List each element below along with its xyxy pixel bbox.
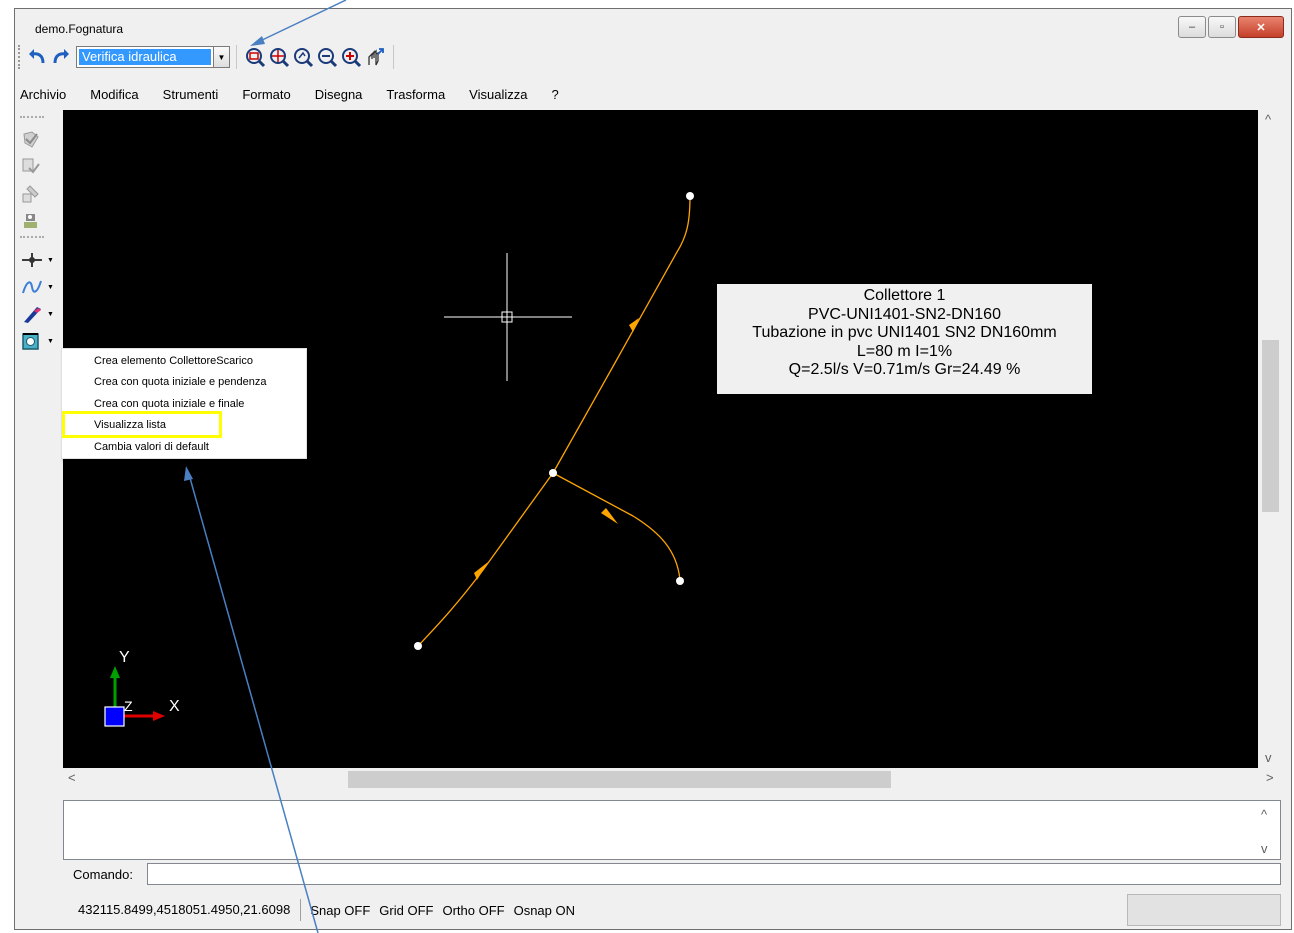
edit-properties-icon[interactable]	[18, 155, 58, 179]
minimize-button[interactable]: –	[1178, 16, 1206, 38]
info-line: PVC-UNI1401-SN2-DN160	[808, 305, 1001, 323]
pipe-collettore-3[interactable]	[417, 472, 554, 647]
axis-x-label: X	[169, 698, 180, 715]
vertical-scrollbar[interactable]: ^ v	[1260, 110, 1281, 768]
toolbar-separator	[236, 45, 237, 69]
chevron-left-icon[interactable]: <	[68, 770, 76, 785]
osnap-toggle[interactable]: Osnap ON	[514, 903, 575, 918]
menu-visualizza[interactable]: Visualizza	[469, 87, 527, 102]
info-line: Collettore 1	[863, 287, 946, 304]
zoom-out-icon[interactable]	[315, 45, 339, 69]
status-panel	[1127, 894, 1281, 926]
toolbar-separator	[393, 45, 394, 69]
chevron-up-icon[interactable]: ^	[1261, 807, 1267, 822]
chevron-down-icon[interactable]: ▼	[47, 257, 54, 264]
undo-icon[interactable]	[25, 45, 49, 69]
command-input[interactable]	[147, 863, 1281, 885]
ctx-item-valori-default[interactable]: Cambia valori di default	[94, 441, 209, 453]
ctx-item-crea-elemento[interactable]: Crea elemento CollettoreScarico	[94, 355, 253, 367]
horizontal-scrollbar[interactable]: < >	[63, 768, 1281, 790]
window-controls: – ▫ ✕	[1176, 16, 1284, 38]
redo-icon[interactable]	[49, 45, 73, 69]
context-menu: Crea elemento CollettoreScarico Crea con…	[61, 348, 307, 459]
chevron-down-icon[interactable]: v	[1265, 750, 1272, 765]
pipe-collettore-2[interactable]	[552, 472, 681, 581]
chevron-down-icon[interactable]: ▼	[47, 338, 54, 345]
zoom-window-icon[interactable]	[243, 45, 267, 69]
highlight-box	[62, 411, 222, 438]
coordinates-readout: 432115.8499,4518051.4950,21.6098	[63, 899, 302, 921]
chevron-down-icon[interactable]: v	[1261, 841, 1268, 856]
node[interactable]	[414, 642, 422, 650]
crosshair-cursor	[444, 253, 572, 381]
info-line: L=80 m I=1%	[856, 342, 953, 360]
pipe-tool-icon[interactable]: ▼	[18, 302, 58, 326]
close-button[interactable]: ✕	[1238, 16, 1284, 38]
menu-help[interactable]: ?	[551, 87, 558, 102]
menu-bar: Archivio Modifica Strumenti Formato Dise…	[20, 82, 583, 106]
horizontal-scroll-thumb[interactable]	[348, 771, 891, 788]
grid-toggle[interactable]: Grid OFF	[379, 903, 433, 918]
toolbar-grip[interactable]	[18, 45, 21, 69]
node[interactable]	[676, 577, 684, 585]
info-line: Q=2.5l/s V=0.71m/s Gr=24.49 %	[788, 361, 1021, 378]
command-label: Comando:	[73, 867, 133, 882]
manhole-tool-icon[interactable]: ▼	[18, 329, 58, 353]
tools-icon[interactable]	[18, 182, 58, 206]
menu-disegna[interactable]: Disegna	[315, 87, 363, 102]
menu-formato[interactable]: Formato	[242, 87, 290, 102]
chevron-up-icon[interactable]: ^	[1265, 112, 1271, 127]
title-bar: demo.Fognatura – ▫ ✕	[15, 9, 1291, 46]
mode-select-value: Verifica idraulica	[79, 49, 211, 65]
axis-z-label: Z	[124, 698, 133, 714]
component-icon[interactable]	[18, 209, 58, 233]
menu-strumenti[interactable]: Strumenti	[163, 87, 219, 102]
node-tool-icon[interactable]: ▼	[18, 248, 58, 272]
ctx-item-quota-pendenza[interactable]: Crea con quota iniziale e pendenza	[94, 376, 266, 388]
chevron-down-icon[interactable]: ▼	[47, 284, 54, 291]
chevron-down-icon[interactable]: ▼	[214, 46, 230, 68]
zoom-previous-icon[interactable]	[291, 45, 315, 69]
snap-toggle[interactable]: Snap OFF	[310, 903, 370, 918]
status-bar: 432115.8499,4518051.4950,21.6098 Snap OF…	[63, 892, 1281, 928]
axis-y-label: Y	[119, 649, 130, 666]
pipe-collettore-1[interactable]	[552, 195, 691, 474]
chevron-down-icon[interactable]: ▼	[47, 311, 54, 318]
menu-archivio[interactable]: Archivio	[20, 87, 66, 102]
info-line: Tubazione in pvc UNI1401 SN2 DN160mm	[752, 324, 1057, 341]
menu-modifica[interactable]: Modifica	[90, 87, 138, 102]
ortho-toggle[interactable]: Ortho OFF	[442, 903, 504, 918]
node[interactable]	[549, 469, 557, 477]
toolbar-grip[interactable]	[20, 236, 44, 244]
chevron-right-icon[interactable]: >	[1266, 770, 1274, 785]
toolbar-grip[interactable]	[20, 116, 44, 124]
pan-icon[interactable]	[363, 45, 387, 69]
toolbar: Verifica idraulica ▼	[18, 42, 400, 72]
maximize-button[interactable]: ▫	[1208, 16, 1236, 38]
curve-tool-icon[interactable]: ▼	[18, 275, 58, 299]
left-toolbar: ▼ ▼ ▼ ▼	[18, 113, 60, 356]
zoom-extents-icon[interactable]	[267, 45, 291, 69]
window-title: demo.Fognatura	[35, 22, 124, 36]
ctx-item-quota-finale[interactable]: Crea con quota iniziale e finale	[94, 398, 244, 410]
menu-trasforma[interactable]: Trasforma	[386, 87, 445, 102]
check-element-icon[interactable]	[18, 128, 58, 152]
command-history[interactable]: ^ v	[63, 800, 1281, 860]
node[interactable]	[686, 192, 694, 200]
zoom-in-icon[interactable]	[339, 45, 363, 69]
vertical-scroll-thumb[interactable]	[1262, 340, 1279, 512]
pipe-info-tooltip: Collettore 1 PVC-UNI1401-SN2-DN160 Tubaz…	[717, 284, 1092, 394]
mode-select[interactable]: Verifica idraulica ▼	[76, 46, 230, 68]
ucs-axes-icon: Y X Z	[104, 649, 180, 727]
flow-arrow	[474, 562, 488, 580]
flow-arrow	[601, 508, 618, 524]
